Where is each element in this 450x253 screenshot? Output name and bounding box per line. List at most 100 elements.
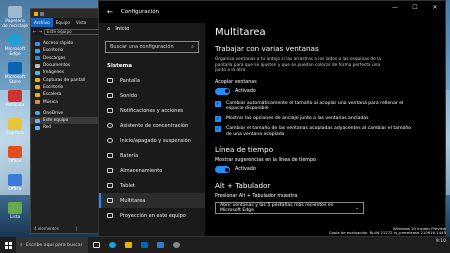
moon-icon [107,123,113,128]
nav-item-screenshots[interactable]: Capturas de pantall [31,76,104,83]
multitask-icon [107,198,113,203]
nav-item-battery[interactable]: Batería [99,148,205,163]
file-explorer-icon[interactable] [120,237,136,253]
monitor-icon [107,78,113,83]
star-icon [35,41,40,46]
nav-item-sound[interactable]: Sonido [99,88,205,103]
timeline-label: Mostrar sugerencias en la línea de tiemp… [215,158,316,164]
forward-arrow-icon[interactable]: → [39,29,43,34]
search-icon: ⌕ [191,44,194,50]
section-heading: Sistema [107,63,132,69]
document-folder-icon [35,63,40,68]
desktop-icon-store[interactable]: Microsoft Store [2,62,28,85]
window-title: Configuración [120,9,160,15]
nav-item-downloads[interactable]: Descargas [31,55,104,62]
nav-item-this-pc[interactable]: Este equipo [31,116,104,125]
notification-icon [107,108,113,113]
folder-icon [35,85,40,90]
nav-item-music[interactable]: Música [31,98,104,105]
explorer-nav-pane: Acceso rápido Escritorio Descargas Docum… [31,36,104,132]
search-icon: ⌕ [20,243,23,248]
nav-item-notifications[interactable]: Notificaciones y acciones [99,103,205,118]
network-icon [35,125,40,130]
address-input[interactable]: Este equipo [44,28,102,35]
desktop-icon-1[interactable]: Pellicula [2,90,28,108]
windows-logo-icon [4,241,12,249]
taskbar: ⌕ Escribe aquí para buscar 9:10 [0,237,450,253]
nav-item-tablet[interactable]: Tablet [99,178,205,193]
desktop-icon-edge[interactable]: Microsoft Edge [2,34,28,57]
nav-item-pictures[interactable]: Imágenes [31,69,104,76]
nav-item-quick-access[interactable]: Acceso rápido [31,40,104,47]
desktop-icon-3[interactable]: Office [2,146,28,164]
settings-nav-pane: ⌂ Inicio Buscar una configuración ⌕ Sist… [99,23,205,236]
computer-icon [35,118,40,123]
explorer-titlebar[interactable] [31,9,104,18]
snap-toggle[interactable] [215,87,230,95]
desktop-icon-5[interactable]: Lista [2,202,28,220]
nav-item-documents[interactable]: Documentos [31,62,104,69]
nav-item-network[interactable]: Red [31,124,104,131]
page-title: Multitarea [215,27,266,38]
settings-gear-icon[interactable] [168,237,184,253]
folder-icon [35,92,40,97]
nav-item-focus-assist[interactable]: Asistente de concentración [99,118,205,133]
music-folder-icon [35,100,40,105]
back-icon[interactable]: ← [107,8,113,16]
nav-item-projecting[interactable]: Proyección en este equipo [99,208,205,223]
home-icon: ⌂ [107,26,111,32]
speaker-icon [107,93,113,98]
store-icon[interactable] [136,237,152,253]
snap-toggle-row: Activado [215,87,445,95]
system-tray-clock[interactable]: 9:10 [436,239,446,244]
snap-option-autosize: ✓ Cambiar automáticamente el tamaño al a… [215,100,404,112]
nav-item-display[interactable]: Pantalla [99,73,205,88]
settings-search-input[interactable]: Buscar una configuración ⌕ [105,41,199,53]
folder-icon [34,11,38,16]
tab-equipo[interactable]: Equipo [53,18,73,27]
pictures-folder-icon [35,70,40,75]
checkbox-autosize[interactable]: ✓ [215,100,221,107]
desktop-folder-icon [35,48,40,53]
folder-icon [35,78,40,83]
tab-archivo[interactable]: Archivo [31,18,53,27]
snap-heading: Trabajar con varias ventanas [215,44,319,53]
desktop-icon-2[interactable]: Captura [2,118,28,136]
snap-label: Acoplar ventanas [215,79,257,85]
nav-item-storage[interactable]: Almacenamiento [99,163,205,178]
checkbox-resize-adjacent[interactable]: ✓ [215,125,221,132]
nav-item-desktop[interactable]: Escritorio [31,47,104,54]
edge-icon[interactable] [104,237,120,253]
alttab-heading: Alt + Tabulador [215,181,271,191]
file-explorer-window: Archivo Equipo Vista ← → Este equipo Acc… [30,8,105,234]
explorer-address-bar: ← → Este equipo [31,27,104,36]
alttab-dropdown[interactable]: Abrir ventanas y las 5 pestañas más reci… [215,202,364,215]
settings-window: ← Configuración — ☐ ✕ ⌂ Inicio Buscar un… [98,0,446,237]
nav-item-power[interactable]: Inicio/apagado y suspensión [99,133,205,148]
back-arrow-icon[interactable]: ← [33,29,37,34]
status-bar-divider: | [76,226,78,231]
settings-content: Multitarea Trabajar con varias ventanas … [205,1,445,236]
desktop-icon-recycle-bin[interactable]: Papelera de reciclaje [2,6,28,29]
checkbox-show-suggestions[interactable]: ✓ [215,115,221,122]
desktop-icon-4[interactable]: Office [2,174,28,192]
mail-icon[interactable] [152,237,168,253]
battery-icon [107,153,113,158]
start-button[interactable] [0,237,16,253]
snap-option-resize-adjacent: ✓ Cambiar el tamaño de las ventanas acop… [215,125,411,137]
snap-description: Organiza ventanas a tu antojo si las arr… [215,57,381,74]
snap-toggle-state: Activado [235,88,256,94]
home-link[interactable]: ⌂ Inicio [99,23,205,35]
quick-access-icon [40,11,44,16]
taskbar-search-input[interactable]: ⌕ Escribe aquí para buscar [16,237,88,253]
tab-vista[interactable]: Vista [73,18,89,27]
task-view-icon[interactable] [88,237,104,253]
nav-item-escalera[interactable]: Escalera [31,91,104,98]
nav-item-onedrive[interactable]: OneDrive [31,110,104,117]
timeline-toggle[interactable] [215,166,230,174]
tablet-icon [107,183,113,188]
nav-item-desktop-2[interactable]: Escritorio [31,84,104,91]
snap-option-show-suggestions: ✓ Mostrar las opciones de anclaje junto … [215,115,369,122]
timeline-toggle-state: Activado [235,167,256,173]
nav-item-multitasking[interactable]: Multitarea [99,193,205,208]
